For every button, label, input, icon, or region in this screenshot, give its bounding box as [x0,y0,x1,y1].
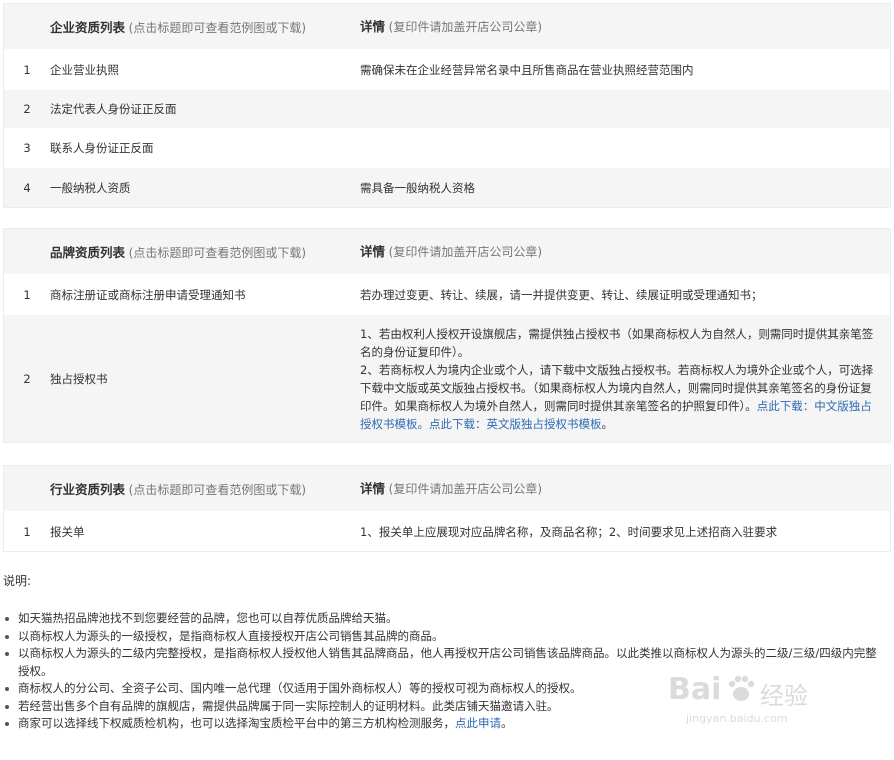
row-index: 1 [23,524,31,539]
industry-qualification-table: 行业资质列表 (点击标题即可查看范例图或下载) 详情 (复印件请加盖开店公司公章… [3,465,891,552]
row-index: 2 [23,102,31,116]
table-row: 1 商标注册证或商标注册申请受理通知书 若办理过变更、转让、续展，请一并提供变更… [4,274,890,314]
row-index: 4 [23,180,31,195]
row-index: 3 [23,141,31,155]
table-row: 1 企业营业执照 需确保未在企业经营异常名录中且所售商品在营业执照经营范围内 [4,49,890,89]
detail-paragraph: 2、若商标权人为境内企业或个人，请下载中文版独占授权书。若商标权人为境外企业或个… [360,362,874,431]
table-title-link[interactable]: 企业资质列表 [50,20,125,35]
row-detail: 1、报关单上应展现对应品牌名称，及商品名称；2、时间要求见上述招商入驻要求 [360,524,778,539]
row-detail: 需具备一般纳税人资格 [360,180,475,195]
table-row: 2 法定代表人身份证正反面 [4,89,890,128]
qualification-name-link[interactable]: 独占授权书 [50,371,360,387]
qualification-name-link[interactable]: 商标注册证或商标注册申请受理通知书 [50,287,360,303]
row-index: 2 [23,371,31,386]
detail-hint: (复印件请加盖开店公司公章) [388,244,543,259]
qualification-name-link[interactable]: 企业营业执照 [50,62,360,78]
row-index: 1 [23,62,31,77]
list-item: 如天猫热招品牌池找不到您要经营的品牌，您也可以自荐优质品牌给天猫。 [3,610,885,628]
detail-header: 详情 [360,480,386,496]
qualification-name-link[interactable]: 报关单 [50,524,360,540]
table-row: 4 一般纳税人资质 需具备一般纳税人资格 [4,167,890,207]
download-en-template-link[interactable]: 点此下载：英文版独占授权书模板 [429,417,602,431]
table-header: 行业资质列表 (点击标题即可查看范例图或下载) 详情 (复印件请加盖开店公司公章… [4,466,890,511]
list-item: 以商标权人为源头的一级授权，是指商标权人直接授权开店公司销售其品牌的商品。 [3,628,885,646]
table-row: 2 独占授权书 1、若由权利人授权开设旗舰店，需提供独占授权书（如果商标权人为自… [4,314,890,442]
watermark-brand-2: 经验 [760,682,808,710]
row-detail: 需确保未在企业经营异常名录中且所售商品在营业执照经营范围内 [360,62,694,77]
watermark-brand: Bai [668,672,722,707]
detail-hint: (复印件请加盖开店公司公章) [388,19,543,34]
paw-icon [728,675,755,701]
qualification-name-link[interactable]: 法定代表人身份证正反面 [50,101,360,117]
table-row: 3 联系人身份证正反面 [4,128,890,167]
title-hint: (点击标题即可查看范例图或下载) [128,21,307,35]
title-hint: (点击标题即可查看范例图或下载) [128,246,307,260]
notes-title: 说明: [3,574,32,588]
row-index: 1 [23,287,31,302]
title-hint: (点击标题即可查看范例图或下载) [128,483,307,497]
qualification-name-link[interactable]: 联系人身份证正反面 [50,140,360,156]
watermark-url: jingyan.baidu.com [686,712,788,725]
table-title-link[interactable]: 品牌资质列表 [50,245,125,260]
table-header: 企业资质列表 (点击标题即可查看范例图或下载) 详情 (复印件请加盖开店公司公章… [4,4,890,49]
table-row: 1 报关单 1、报关单上应展现对应品牌名称，及商品名称；2、时间要求见上述招商入… [4,511,890,551]
table-header: 品牌资质列表 (点击标题即可查看范例图或下载) 详情 (复印件请加盖开店公司公章… [4,229,890,274]
enterprise-qualification-table: 企业资质列表 (点击标题即可查看范例图或下载) 详情 (复印件请加盖开店公司公章… [3,3,891,208]
detail-hint: (复印件请加盖开店公司公章) [388,481,543,496]
detail-header: 详情 [360,243,386,259]
brand-qualification-table: 品牌资质列表 (点击标题即可查看范例图或下载) 详情 (复印件请加盖开店公司公章… [3,228,891,443]
baidu-jingyan-watermark: Bai 经验 jingyan.baidu.com [668,660,828,740]
detail-header: 详情 [360,18,386,34]
detail-paragraph: 1、若由权利人授权开设旗舰店，需提供独占授权书（如果商标权人为自然人，则需同时提… [360,326,874,359]
table-title-link[interactable]: 行业资质列表 [50,482,125,497]
row-detail: 若办理过变更、转让、续展，请一并提供变更、转让、续展证明或受理通知书； [360,287,763,302]
qualification-name-link[interactable]: 一般纳税人资质 [50,180,360,196]
row-detail: 1、若由权利人授权开设旗舰店，需提供独占授权书（如果商标权人为自然人，则需同时提… [360,325,890,433]
apply-link[interactable]: 点此申请 [455,716,501,730]
